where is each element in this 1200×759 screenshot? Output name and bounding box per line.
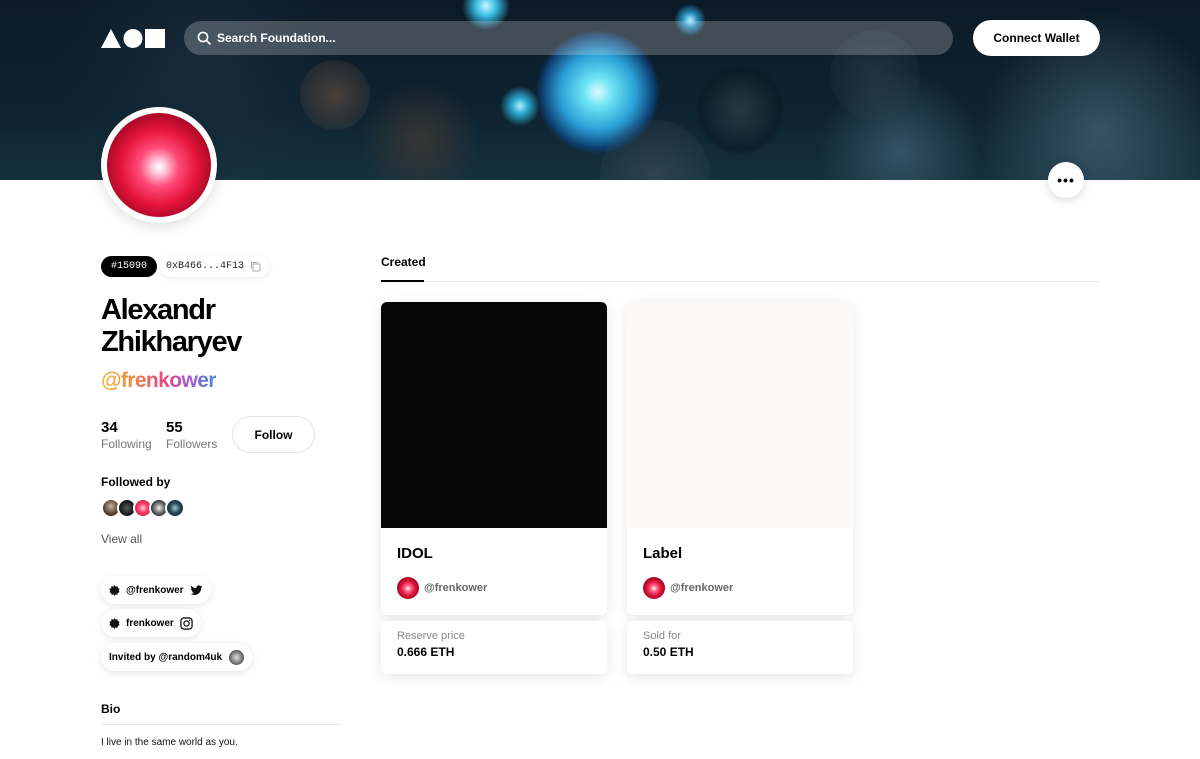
follow-button[interactable]: Follow	[232, 416, 315, 453]
twitter-icon	[190, 584, 203, 595]
following-count: 34	[101, 419, 118, 436]
nft-card[interactable]: Label @frenkower	[627, 302, 853, 615]
price-label: Reserve price	[397, 630, 465, 642]
creator-avatar	[397, 577, 419, 599]
followed-by-avatars[interactable]	[101, 498, 185, 518]
followed-by-label: Followed by	[101, 475, 171, 489]
instagram-icon	[180, 616, 193, 630]
bio-divider	[101, 724, 341, 725]
wallet-address[interactable]: 0xB466...4F13	[160, 256, 270, 277]
wallet-address-text: 0xB466...4F13	[166, 261, 245, 272]
inviter-avatar	[229, 649, 245, 665]
copy-icon[interactable]	[250, 261, 261, 272]
profile-id-badge: #15090	[101, 256, 158, 277]
followers-label: Followers	[166, 437, 218, 451]
invited-by-link[interactable]: Invited by @random4uk	[101, 643, 253, 671]
more-icon: •••	[1057, 172, 1075, 188]
nft-creator[interactable]: @frenkower	[397, 577, 487, 599]
profile-username: @frenkower	[101, 369, 216, 392]
creator-handle: @frenkower	[424, 582, 488, 594]
search-icon	[197, 31, 211, 45]
nft-price-panel[interactable]: Reserve price 0.666 ETH	[381, 621, 607, 674]
nft-creator[interactable]: @frenkower	[643, 577, 733, 599]
instagram-handle: frenkower	[126, 617, 174, 629]
more-options-button[interactable]: •••	[1048, 162, 1084, 198]
nft-card[interactable]: IDOL @frenkower	[381, 302, 607, 615]
nft-media[interactable]	[381, 302, 607, 528]
price-label: Sold for	[643, 630, 681, 642]
invited-by-text: Invited by @random4uk	[109, 651, 223, 663]
avatar-image	[107, 113, 211, 217]
connect-wallet-button[interactable]: Connect Wallet	[973, 20, 1100, 56]
foundation-logo[interactable]	[101, 28, 165, 48]
tab-created[interactable]: Created	[381, 255, 426, 269]
verified-icon	[109, 617, 120, 629]
twitter-link[interactable]: @frenkower	[101, 576, 211, 604]
nft-title: Label	[643, 545, 683, 562]
following-stat[interactable]: 34 Following	[101, 419, 152, 451]
nft-media[interactable]	[627, 302, 853, 528]
follower-avatar[interactable]	[165, 498, 185, 518]
avatar	[101, 107, 217, 223]
following-label: Following	[101, 437, 152, 451]
search-placeholder: Search Foundation...	[217, 31, 336, 45]
twitter-handle: @frenkower	[126, 584, 184, 596]
bio-text: I live in the same world as you.	[101, 737, 238, 748]
price-value: 0.666 ETH	[397, 645, 455, 659]
profile-name: Alexandr Zhikharyev	[101, 294, 242, 358]
tab-active-indicator	[381, 280, 424, 282]
verified-icon	[109, 584, 120, 596]
price-value: 0.50 ETH	[643, 645, 694, 659]
instagram-link[interactable]: frenkower	[101, 609, 201, 637]
view-all-link[interactable]: View all	[101, 532, 142, 546]
creator-avatar	[643, 577, 665, 599]
bio-heading: Bio	[101, 702, 121, 716]
search-bar[interactable]: Search Foundation...	[184, 21, 953, 55]
tabs-divider	[381, 281, 1100, 282]
followers-count: 55	[166, 419, 183, 436]
nft-title: IDOL	[397, 545, 433, 562]
nft-price-panel[interactable]: Sold for 0.50 ETH	[627, 621, 853, 674]
creator-handle: @frenkower	[670, 582, 734, 594]
followers-stat[interactable]: 55 Followers	[166, 419, 217, 451]
